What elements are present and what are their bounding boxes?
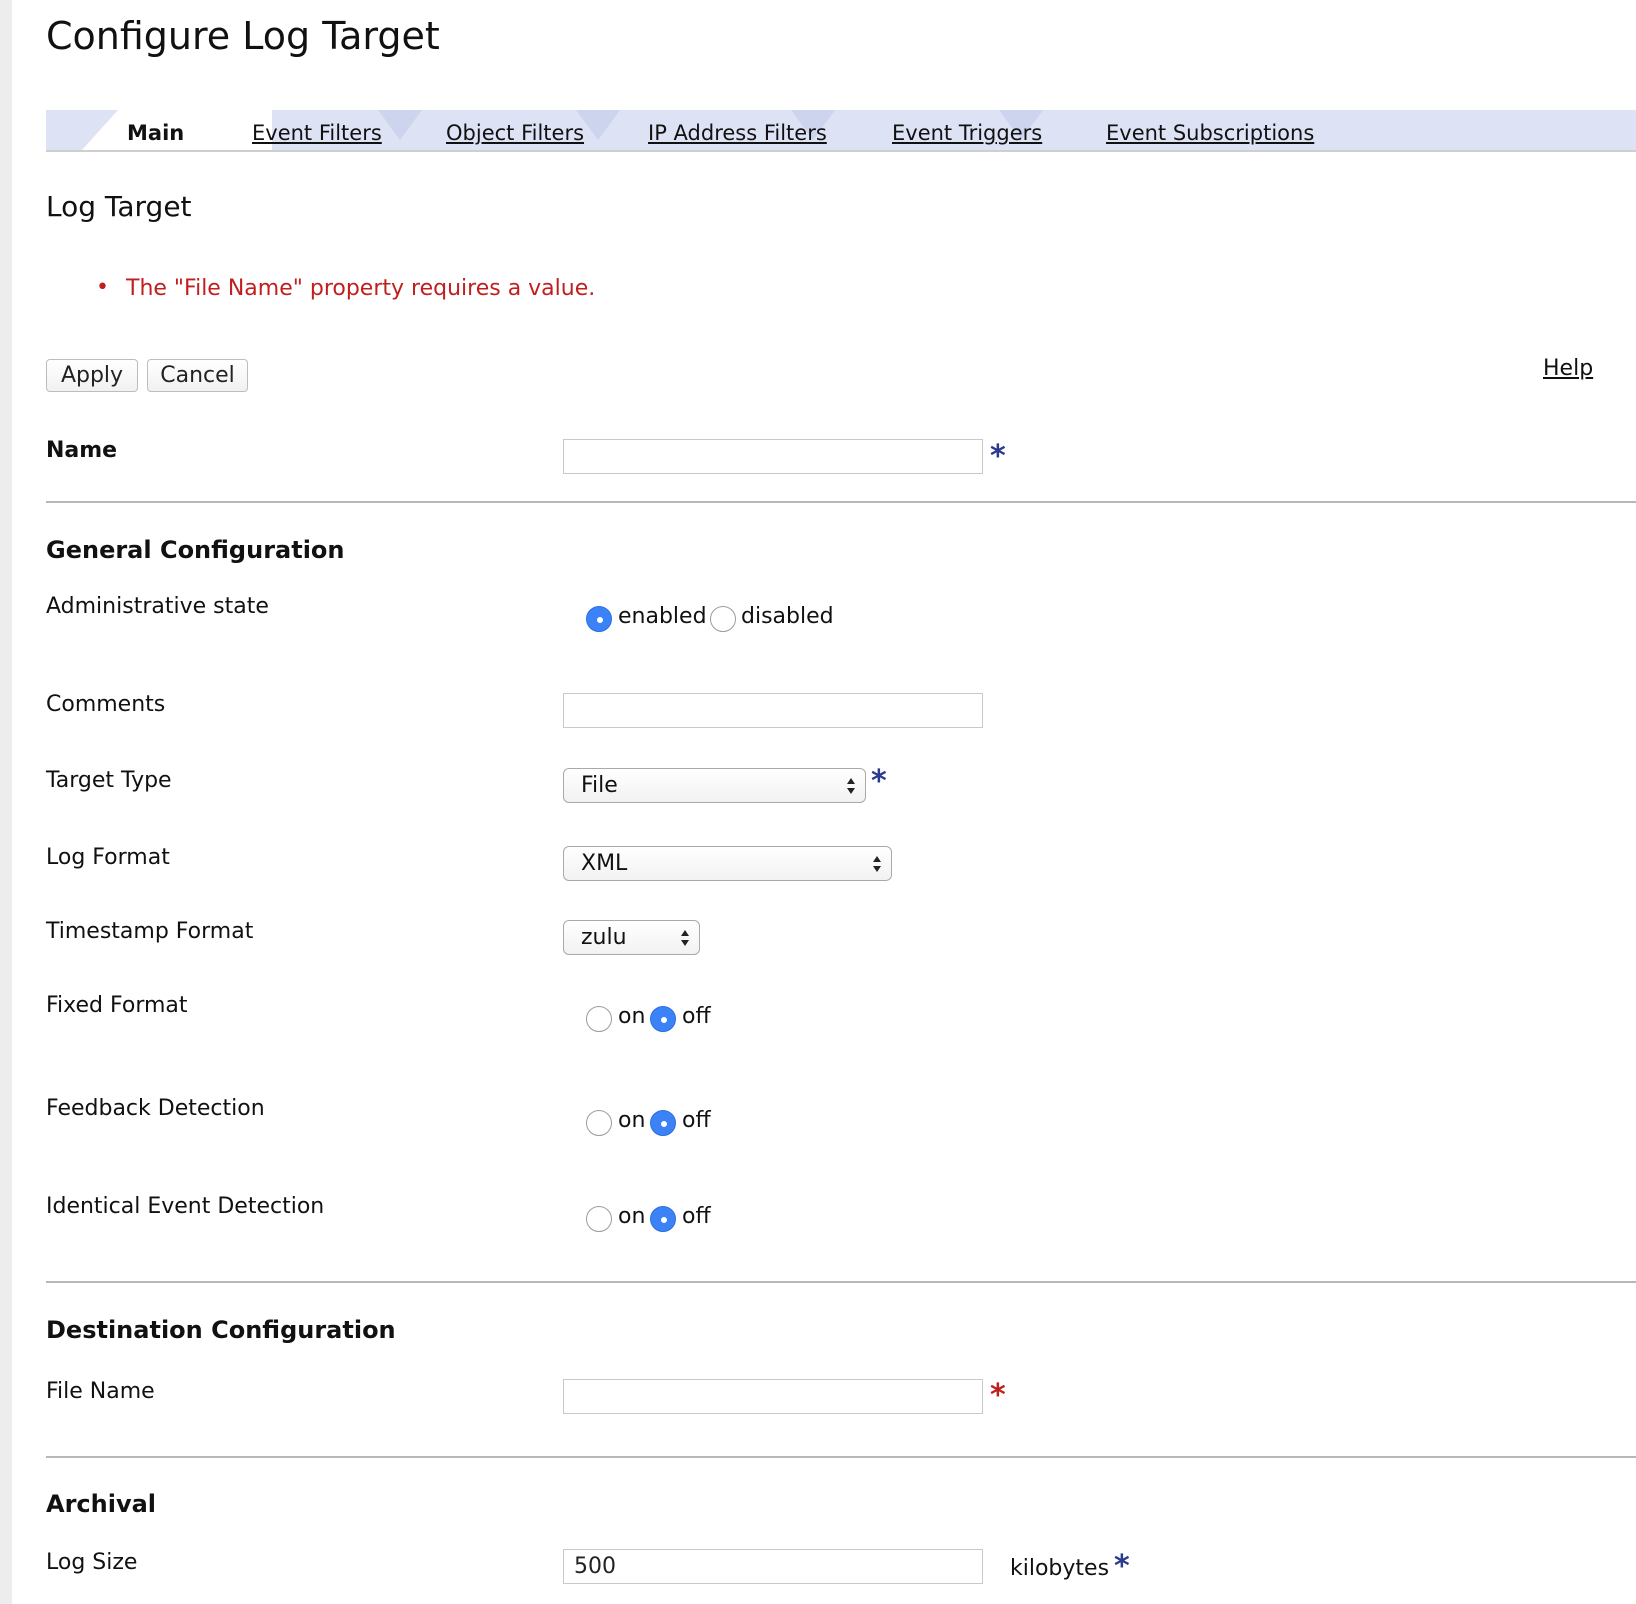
- feedback-detection-label: Feedback Detection: [46, 1096, 265, 1121]
- enabled-radio[interactable]: [586, 606, 612, 632]
- timestamp-format-label: Timestamp Format: [46, 919, 254, 944]
- log-format-label: Log Format: [46, 845, 170, 870]
- tab-object-filters-label: Object Filters: [446, 121, 585, 145]
- log-size-unit: kilobytes: [1010, 1556, 1110, 1581]
- fixed-format-on-radio[interactable]: [586, 1006, 612, 1032]
- identical-event-detection-on-radio[interactable]: [586, 1206, 612, 1232]
- fixed-format-off-radio[interactable]: [650, 1006, 676, 1032]
- target-type-value: File: [581, 773, 618, 798]
- log-format-select[interactable]: XML: [563, 846, 892, 881]
- divider: [46, 501, 1636, 503]
- page-title: Configure Log Target: [46, 14, 440, 58]
- archival-title: Archival: [46, 1490, 157, 1518]
- required-asterisk-icon: *: [990, 1378, 1006, 1413]
- log-size-label: Log Size: [46, 1550, 138, 1575]
- administrative-state-label: Administrative state: [46, 594, 269, 619]
- tab-main[interactable]: Main: [82, 110, 272, 150]
- name-label: Name: [46, 438, 118, 463]
- identical-event-detection-off-radio[interactable]: [650, 1206, 676, 1232]
- tab-event-subscriptions[interactable]: Event Subscriptions: [1106, 110, 1314, 150]
- enabled-radio-label: enabled: [618, 604, 707, 629]
- tab-event-filters[interactable]: Event Filters: [252, 110, 382, 150]
- timestamp-format-value: zulu: [581, 925, 627, 950]
- select-arrows-icon: [847, 778, 855, 794]
- tab-event-filters-label: Event Filters: [252, 121, 382, 145]
- fixed-format-label: Fixed Format: [46, 993, 188, 1018]
- general-configuration-title: General Configuration: [46, 536, 345, 564]
- tab-bar: Main Event Filters Object Filters IP Add…: [46, 110, 1636, 152]
- required-asterisk-icon: *: [871, 764, 887, 799]
- section-title: Log Target: [46, 190, 192, 223]
- comments-input[interactable]: [563, 693, 983, 728]
- name-input[interactable]: [563, 439, 983, 474]
- file-name-label: File Name: [46, 1379, 155, 1404]
- tab-separator: [378, 110, 422, 140]
- error-list: The "File Name" property requires a valu…: [96, 275, 595, 301]
- disabled-radio-label: disabled: [741, 604, 834, 629]
- tab-event-triggers-label: Event Triggers: [892, 121, 1043, 145]
- identical-event-detection-label: Identical Event Detection: [46, 1194, 325, 1219]
- file-name-input[interactable]: [563, 1379, 983, 1414]
- identical-event-detection-off-label: off: [682, 1204, 711, 1229]
- divider: [46, 1456, 1636, 1458]
- disabled-radio[interactable]: [710, 606, 736, 632]
- log-format-value: XML: [581, 851, 628, 876]
- feedback-detection-on-radio[interactable]: [586, 1110, 612, 1136]
- required-asterisk-icon: *: [1114, 1549, 1130, 1584]
- fixed-format-off-label: off: [682, 1004, 711, 1029]
- fixed-format-on-label: on: [618, 1004, 646, 1029]
- feedback-detection-off-label: off: [682, 1108, 711, 1133]
- destination-configuration-title: Destination Configuration: [46, 1316, 396, 1344]
- comments-label: Comments: [46, 692, 166, 717]
- tab-ip-address-filters[interactable]: IP Address Filters: [648, 110, 827, 150]
- identical-event-detection-on-label: on: [618, 1204, 646, 1229]
- tab-ip-address-filters-label: IP Address Filters: [648, 121, 827, 145]
- target-type-select[interactable]: File: [563, 768, 866, 803]
- tab-event-subscriptions-label: Event Subscriptions: [1106, 121, 1315, 145]
- log-size-input[interactable]: [563, 1549, 983, 1584]
- page-left-edge: [0, 0, 12, 1604]
- select-arrows-icon: [681, 930, 689, 946]
- divider: [46, 1281, 1636, 1283]
- apply-button[interactable]: Apply: [46, 359, 138, 392]
- feedback-detection-off-radio[interactable]: [650, 1110, 676, 1136]
- tab-event-triggers[interactable]: Event Triggers: [892, 110, 1042, 150]
- cancel-button[interactable]: Cancel: [147, 359, 248, 392]
- required-asterisk-icon: *: [990, 439, 1006, 474]
- help-link[interactable]: Help: [1543, 356, 1593, 381]
- timestamp-format-select[interactable]: zulu: [563, 920, 700, 955]
- select-arrows-icon: [873, 856, 881, 872]
- feedback-detection-on-label: on: [618, 1108, 646, 1133]
- tab-object-filters[interactable]: Object Filters: [446, 110, 584, 150]
- target-type-label: Target Type: [46, 768, 172, 793]
- tab-main-label: Main: [127, 121, 185, 145]
- error-message: The "File Name" property requires a valu…: [96, 275, 595, 301]
